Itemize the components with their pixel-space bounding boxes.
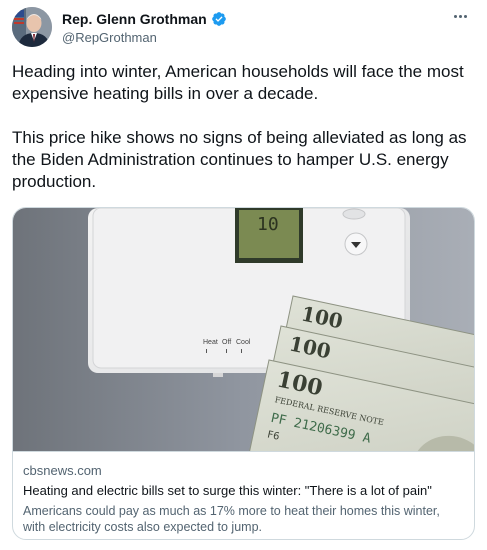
author-block: Rep. Glenn Grothman @RepGrothman [62,9,227,45]
thermostat-label-cool: Cool [236,339,251,346]
card-domain: cbsnews.com [23,463,102,478]
card-meta: cbsnews.com Heating and electric bills s… [13,451,474,539]
card-image[interactable]: 10 Heat Off Cool 100 100 100 FEDERAL RES… [13,208,474,451]
tweet-paragraph-2: This price hike shows no signs of being … [12,128,467,191]
more-options-icon[interactable] [449,9,471,23]
name-row: Rep. Glenn Grothman [62,9,227,28]
thermostat-readout: 10 [257,214,279,235]
verified-badge-icon [211,11,227,27]
tweet-header: Rep. Glenn Grothman @RepGrothman [12,7,475,49]
link-preview-card[interactable]: 10 Heat Off Cool 100 100 100 FEDERAL RES… [12,207,475,540]
card-title: Heating and electric bills set to surge … [23,483,432,498]
avatar[interactable] [12,7,52,47]
card-description: Americans could pay as much as 17% more … [23,504,440,534]
thermostat-label-heat: Heat [203,339,218,346]
thermostat-label-off: Off [222,339,231,346]
tweet: Rep. Glenn Grothman @RepGrothman Heading… [0,0,487,550]
author-handle[interactable]: @RepGrothman [62,30,227,45]
tweet-text: Heading into winter, American households… [12,61,478,193]
tweet-paragraph-1: Heading into winter, American households… [12,62,464,103]
author-display-name[interactable]: Rep. Glenn Grothman [62,11,207,27]
